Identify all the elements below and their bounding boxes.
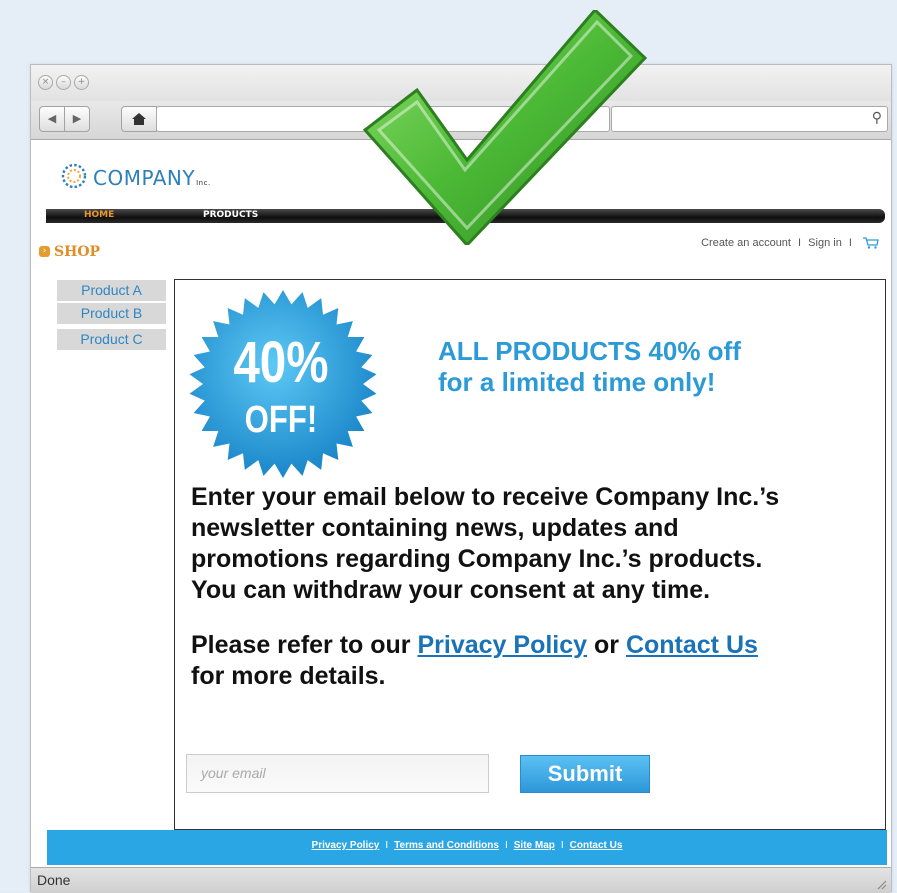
zoom-icon[interactable]: + bbox=[74, 75, 89, 90]
site-footer: Privacy Policy I Terms and Conditions I Site… bbox=[47, 830, 887, 865]
footer-contact-link[interactable]: Contact Us bbox=[570, 840, 623, 851]
sidebar-item-product-b[interactable]: Product B bbox=[57, 303, 166, 324]
submit-button[interactable]: Submit bbox=[520, 755, 650, 793]
privacy-policy-link[interactable]: Privacy Policy bbox=[417, 631, 587, 659]
shop-heading: SHOP bbox=[54, 244, 101, 260]
promo-line-2: for a limited time only! bbox=[438, 367, 716, 397]
minimize-icon[interactable]: – bbox=[56, 75, 71, 90]
content-panel: 40% OFF! ALL PRODUCTS 40% off for a limi… bbox=[174, 279, 886, 830]
footer-links: Privacy Policy I Terms and Conditions I Site… bbox=[47, 840, 887, 851]
refer-prefix: Please refer to our bbox=[191, 631, 411, 659]
badge-off: OFF! bbox=[245, 399, 318, 441]
footer-separator: I bbox=[504, 840, 508, 851]
refer-or: or bbox=[594, 631, 619, 659]
forward-icon[interactable]: ▶ bbox=[64, 106, 90, 132]
account-links: Create an account I Sign in I bbox=[701, 237, 879, 249]
refer-line: Please refer to our Privacy Policy or Co… bbox=[191, 630, 881, 661]
cart-icon[interactable] bbox=[863, 237, 879, 249]
create-account-link[interactable]: Create an account bbox=[701, 237, 791, 249]
nav-home[interactable]: HOME bbox=[84, 210, 114, 220]
status-text: Done bbox=[37, 872, 71, 888]
footer-privacy-link[interactable]: Privacy Policy bbox=[312, 840, 380, 851]
shop-arrow-icon: › bbox=[39, 246, 50, 257]
nav-products[interactable]: PRODUCTS bbox=[203, 210, 258, 220]
newsletter-text: Enter your email below to receive Compan… bbox=[191, 482, 881, 692]
back-icon[interactable]: ◀ bbox=[39, 106, 65, 132]
link-separator: I bbox=[798, 237, 802, 249]
footer-terms-link[interactable]: Terms and Conditions bbox=[394, 840, 499, 851]
body-line-3: promotions regarding Company Inc.’s prod… bbox=[191, 545, 763, 573]
sign-in-link[interactable]: Sign in bbox=[808, 237, 842, 249]
sidebar-item-product-c[interactable]: Product C bbox=[57, 329, 166, 350]
logo-text: COMPANY bbox=[93, 166, 196, 190]
promo-headline: ALL PRODUCTS 40% off for a limited time … bbox=[438, 336, 741, 398]
link-separator: I bbox=[848, 237, 852, 249]
footer-sitemap-link[interactable]: Site Map bbox=[514, 840, 555, 851]
contact-us-link[interactable]: Contact Us bbox=[626, 631, 758, 659]
logo-suffix: Inc. bbox=[196, 179, 211, 187]
badge-percent: 40% bbox=[233, 331, 328, 396]
body-line-2: newsletter containing news, updates and bbox=[191, 514, 679, 542]
discount-badge: 40% OFF! bbox=[189, 290, 377, 478]
body-line-4: You can withdraw your consent at any tim… bbox=[191, 576, 711, 604]
home-icon[interactable] bbox=[121, 106, 157, 132]
logo-mark-icon bbox=[61, 163, 87, 189]
email-field[interactable]: your email bbox=[186, 754, 489, 793]
checkmark-icon bbox=[362, 10, 648, 245]
promo-line-1: ALL PRODUCTS 40% off bbox=[438, 336, 741, 366]
sidebar-item-product-a[interactable]: Product A bbox=[57, 280, 166, 301]
company-logo[interactable]: COMPANYInc. bbox=[59, 161, 210, 196]
resize-grip-icon[interactable] bbox=[877, 880, 887, 890]
footer-separator: I bbox=[560, 840, 564, 851]
body-line-1: Enter your email below to receive Compan… bbox=[191, 483, 780, 511]
refer-suffix: for more details. bbox=[191, 662, 386, 690]
footer-separator: I bbox=[385, 840, 389, 851]
search-icon[interactable]: ⚲ bbox=[872, 110, 882, 126]
close-icon[interactable]: × bbox=[38, 75, 53, 90]
status-bar: Done bbox=[31, 867, 891, 893]
